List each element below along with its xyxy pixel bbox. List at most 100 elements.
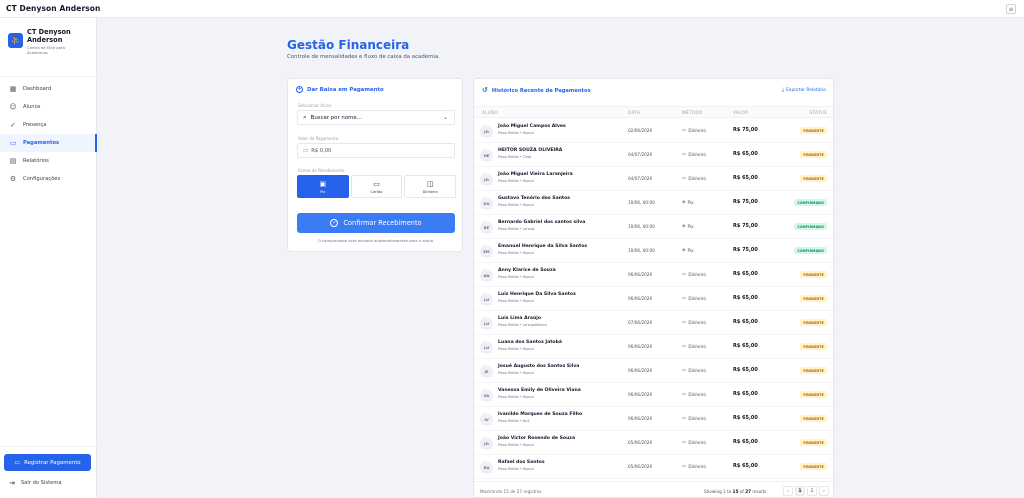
payment-value: R$ 65,00 xyxy=(733,463,758,469)
history-icon: ↺ xyxy=(482,86,488,94)
payment-method: ◈ Pix xyxy=(682,224,694,229)
table-row[interactable]: BE Bernardo Gabriel dos santos silva Plano… xyxy=(474,215,833,239)
student-name: Bernardo Gabriel dos santos silva xyxy=(498,220,586,225)
table-row[interactable]: LU Luana dos Santos Jatobá Plano Padrão • … xyxy=(474,335,833,359)
payment-method: ▭ Dinheiro xyxy=(682,296,706,301)
student-select[interactable]: ⌕ Buscar por nome... ⌄ xyxy=(297,110,455,125)
sidebar-item-label: Presença xyxy=(23,122,47,128)
brand-logo-icon: ⛹ xyxy=(8,33,23,48)
payments-icon: ▭ xyxy=(9,138,17,147)
confirm-payment-button[interactable]: ✓ Confirmar Recebimento xyxy=(297,213,455,233)
sidebar-item-dashboard[interactable]: ▦ Dashboard xyxy=(0,80,97,98)
student-select-value: Buscar por nome... xyxy=(310,114,362,121)
payment-method: ▭ Dinheiro xyxy=(682,464,706,469)
gear-icon: ⚙ xyxy=(9,174,17,183)
student-plan: Plano Padrão • Branca xyxy=(498,395,534,399)
method-cash-button[interactable]: ◫ Dinheiro xyxy=(404,175,457,198)
payment-method-text: Dinheiro xyxy=(688,176,706,181)
table-row[interactable]: RA Rafael dos Santos Plano Padrão • Branca… xyxy=(474,455,833,479)
table-row[interactable]: AN Anny Klarice de Souza Plano Padrão • Br… xyxy=(474,263,833,287)
register-payment-button[interactable]: ▭ Registrar Pagamento xyxy=(4,454,91,471)
status-badge: PENDENTE xyxy=(800,367,827,374)
student-plan: Plano Padrão • Laranja xyxy=(498,227,535,231)
table-row[interactable]: VA Vanessa Emily de Oliveira Viana Plano P… xyxy=(474,383,833,407)
student-name: Luiz Henrique Da Silva Santos xyxy=(498,292,576,297)
page-subtitle: Controle de mensalidades e fluxo de caix… xyxy=(287,54,440,60)
sidebar-item-pagamentos[interactable]: ▭ Pagamentos xyxy=(0,134,97,152)
table-row[interactable]: JO João Victor Rosendo de Souza Plano Padr… xyxy=(474,431,833,455)
amount-input[interactable]: ▭ R$ 0,00 xyxy=(297,143,455,158)
payment-history-card: ↺ Histórico Recente de Pagamentos ⤓ Expo… xyxy=(473,78,834,498)
dashboard-icon: ▦ xyxy=(9,84,17,93)
table-row[interactable]: LU Luiz Henrique Da Silva Santos Plano Pad… xyxy=(474,287,833,311)
payment-method: ▭ Dinheiro xyxy=(682,440,706,445)
sidebar-nav: ▦ Dashboard ☺ Alunos ✓ Presença ▭ Pagame… xyxy=(0,80,97,188)
payment-date: 04/07/2026 xyxy=(628,176,653,181)
sidebar-item-presenca[interactable]: ✓ Presença xyxy=(0,116,97,134)
column-header-valor: VALOR xyxy=(733,110,749,115)
payment-value: R$ 65,00 xyxy=(733,343,758,349)
money-icon: ▭ xyxy=(303,147,309,154)
payment-method-text: Dinheiro xyxy=(688,272,706,277)
payment-value: R$ 65,00 xyxy=(733,367,758,373)
payment-value: R$ 65,00 xyxy=(733,295,758,301)
table-row[interactable]: LU Luis Lima Araújo Plano Padrão • Laranja… xyxy=(474,311,833,335)
table-row[interactable]: IV Ivanildo Marques de Souza Filho Plano P… xyxy=(474,407,833,431)
payment-date: 10/06, 00:00 xyxy=(628,200,655,205)
method-label-text: Dinheiro xyxy=(422,189,438,194)
payment-method-text: Pix xyxy=(687,224,694,229)
records-count: Mostrando 15 de 27 registros xyxy=(480,489,542,494)
avatar: LU xyxy=(480,293,493,306)
sidebar-item-relatorios[interactable]: ▤ Relatórios xyxy=(0,152,97,170)
student-name: Gustavo Tenório dos Santos xyxy=(498,196,571,201)
cash-icon: ▭ xyxy=(682,152,687,157)
brand-name: CT Denyson Anderson xyxy=(27,28,71,44)
sidebar-item-label: Pagamentos xyxy=(23,140,60,146)
payment-method: ▭ Dinheiro xyxy=(682,152,706,157)
receipt-note: O comprovante será enviado automaticamen… xyxy=(317,238,435,243)
cash-icon: ▭ xyxy=(682,272,687,277)
sidebar-item-alunos[interactable]: ☺ Alunos xyxy=(0,98,97,116)
payment-date: 06/06/2026 xyxy=(628,392,653,397)
pagination-to: 15 xyxy=(732,489,739,494)
avatar: JO xyxy=(480,437,493,450)
page-2-button[interactable]: 2 xyxy=(807,486,817,496)
logout-link[interactable]: ⇥ Sair do Sistema xyxy=(9,479,62,487)
payment-date: 06/06/2026 xyxy=(628,416,653,421)
table-row[interactable]: HE HEITOR SOUZA OLIVEIRA Plano Padrão • Ci… xyxy=(474,143,833,167)
status-badge: PENDENTE xyxy=(800,175,827,182)
pix-icon: ◈ xyxy=(682,224,686,229)
status-badge: PENDENTE xyxy=(800,127,827,134)
payment-method: ◈ Pix xyxy=(682,248,694,253)
payment-method-text: Pix xyxy=(687,248,694,253)
method-pix-button[interactable]: ▣ Pix xyxy=(297,175,349,198)
payment-value: R$ 65,00 xyxy=(733,391,758,397)
pagination-suffix: results xyxy=(752,489,767,494)
payment-value: R$ 75,00 xyxy=(733,247,758,253)
avatar: RA xyxy=(480,461,493,474)
avatar: LU xyxy=(480,317,493,330)
table-row[interactable]: JO João Miguel Vieira Laranjeira Plano Pad… xyxy=(474,167,833,191)
sidebar-divider xyxy=(0,76,97,77)
table-row[interactable]: JO João Miguel Campos Alves Plano Padrão •… xyxy=(474,119,833,143)
student-plan: Plano Padrão • Branca xyxy=(498,179,534,183)
pagination-of: of xyxy=(739,489,744,494)
payment-date: 04/07/2026 xyxy=(628,152,653,157)
avatar: JE xyxy=(480,365,493,378)
method-card-button[interactable]: ▭ Cartão xyxy=(350,175,403,198)
student-plan: Plano Padrão • Branca xyxy=(498,299,534,303)
student-plan: Plano Padrão • Branca xyxy=(498,203,534,207)
window-menu-icon[interactable]: ≡ xyxy=(1006,4,1016,14)
cash-icon: ◫ xyxy=(426,179,434,188)
export-report-button[interactable]: ⤓ Exportar Relatório xyxy=(782,87,826,93)
payment-date: 06/06/2026 xyxy=(628,272,653,277)
sidebar-item-configuracoes[interactable]: ⚙ Configurações xyxy=(0,170,97,188)
table-row[interactable]: JE Josué Augusto dos Santos Silva Plano Pa… xyxy=(474,359,833,383)
table-row[interactable]: EM Emanuel Henrique da Silva Santos Plano … xyxy=(474,239,833,263)
next-page-button[interactable]: › xyxy=(819,486,829,496)
prev-page-button[interactable]: ‹ xyxy=(783,486,793,496)
status-badge: PENDENTE xyxy=(800,415,827,422)
table-row[interactable]: GU Gustavo Tenório dos Santos Plano Padrão… xyxy=(474,191,833,215)
page-1-button[interactable]: 1 xyxy=(795,486,805,496)
student-name: Luis Lima Araújo xyxy=(498,316,542,321)
